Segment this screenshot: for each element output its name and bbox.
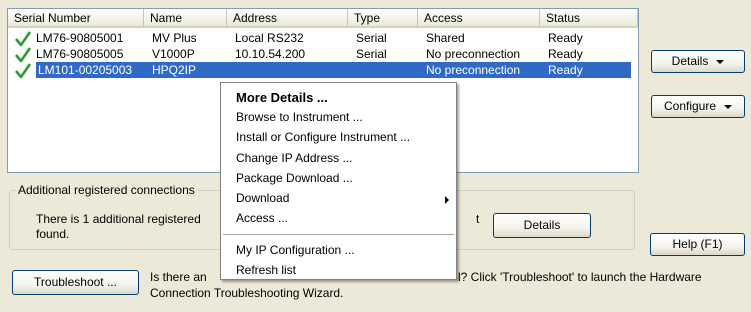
chevron-right-icon	[445, 196, 449, 204]
details-menu-label: Details	[671, 54, 709, 68]
troubleshoot-text-line2: Connection Troubleshooting Wizard.	[150, 286, 344, 300]
menu-item-my-ip-configuration[interactable]: My IP Configuration ...	[236, 243, 355, 257]
chevron-down-icon	[716, 59, 725, 64]
menu-separator	[223, 234, 454, 235]
cell-access: Shared	[426, 31, 465, 45]
cell-name: HPQ2IP	[152, 63, 197, 77]
help-button[interactable]: Help (F1)	[650, 233, 745, 256]
menu-item-package-download[interactable]: Package Download ...	[236, 171, 353, 185]
context-menu: More Details ... Browse to Instrument ..…	[220, 82, 457, 280]
cell-type: Serial	[356, 31, 387, 45]
table-row[interactable]: LM76-90805001 MV Plus Local RS232 Serial…	[8, 30, 638, 47]
column-header-status[interactable]: Status	[540, 9, 638, 28]
list-header: Serial Number Name Address Type Access S…	[8, 9, 638, 28]
column-header-serial-number[interactable]: Serial Number	[8, 9, 144, 28]
details-button[interactable]: Details	[493, 213, 591, 238]
menu-item-browse-to-instrument[interactable]: Browse to Instrument ...	[236, 110, 363, 124]
cell-type: Serial	[356, 47, 387, 61]
cell-address: 10.10.54.200	[235, 47, 306, 61]
menu-item-download[interactable]: Download	[236, 191, 289, 205]
cell-name: V1000P	[152, 47, 195, 61]
menu-item-install-configure-instrument[interactable]: Install or Configure Instrument ...	[236, 130, 410, 144]
cell-serial: LM101-00205003	[38, 63, 133, 77]
column-header-access[interactable]: Access	[418, 9, 540, 28]
column-header-name[interactable]: Name	[144, 9, 227, 28]
cell-access: No preconnection	[426, 47, 521, 61]
troubleshoot-text-line1-end: l? Click 'Troubleshoot' to launch the Ha…	[458, 270, 702, 284]
chevron-down-icon	[724, 104, 733, 109]
menu-item-change-ip-address[interactable]: Change IP Address ...	[236, 151, 353, 165]
cell-access: No preconnection	[426, 63, 521, 77]
table-row-selected[interactable]: LM101-00205003 HPQ2IP No preconnection R…	[8, 62, 638, 79]
cell-status: Ready	[548, 63, 583, 77]
cell-status: Ready	[548, 47, 583, 61]
check-icon	[15, 31, 32, 47]
check-icon	[15, 47, 32, 63]
cell-serial: LM76-90805005	[36, 47, 124, 61]
menu-item-access[interactable]: Access ...	[236, 211, 288, 225]
column-header-type[interactable]: Type	[348, 9, 418, 28]
check-icon	[15, 63, 32, 79]
group-message-line1: There is 1 additional registered	[36, 212, 201, 226]
group-message-line2: found.	[36, 227, 70, 241]
column-header-address[interactable]: Address	[227, 9, 348, 28]
configure-menu-label: Configure	[663, 99, 717, 113]
cell-serial: LM76-90805001	[36, 31, 124, 45]
cell-name: MV Plus	[152, 31, 197, 45]
details-menu-button[interactable]: Details	[651, 50, 745, 73]
configure-menu-button[interactable]: Configure	[651, 95, 745, 118]
table-row[interactable]: LM76-90805005 V1000P 10.10.54.200 Serial…	[8, 46, 638, 63]
cell-status: Ready	[548, 31, 583, 45]
group-message-line1-tail: t	[476, 212, 480, 226]
menu-item-more-details[interactable]: More Details ...	[236, 90, 328, 105]
cell-address: Local RS232	[235, 31, 304, 45]
group-title: Additional registered connections	[16, 183, 197, 197]
troubleshoot-text-line1-start: Is there an	[150, 270, 207, 284]
menu-item-refresh-list[interactable]: Refresh list	[236, 263, 296, 277]
troubleshoot-button[interactable]: Troubleshoot ...	[12, 270, 139, 295]
